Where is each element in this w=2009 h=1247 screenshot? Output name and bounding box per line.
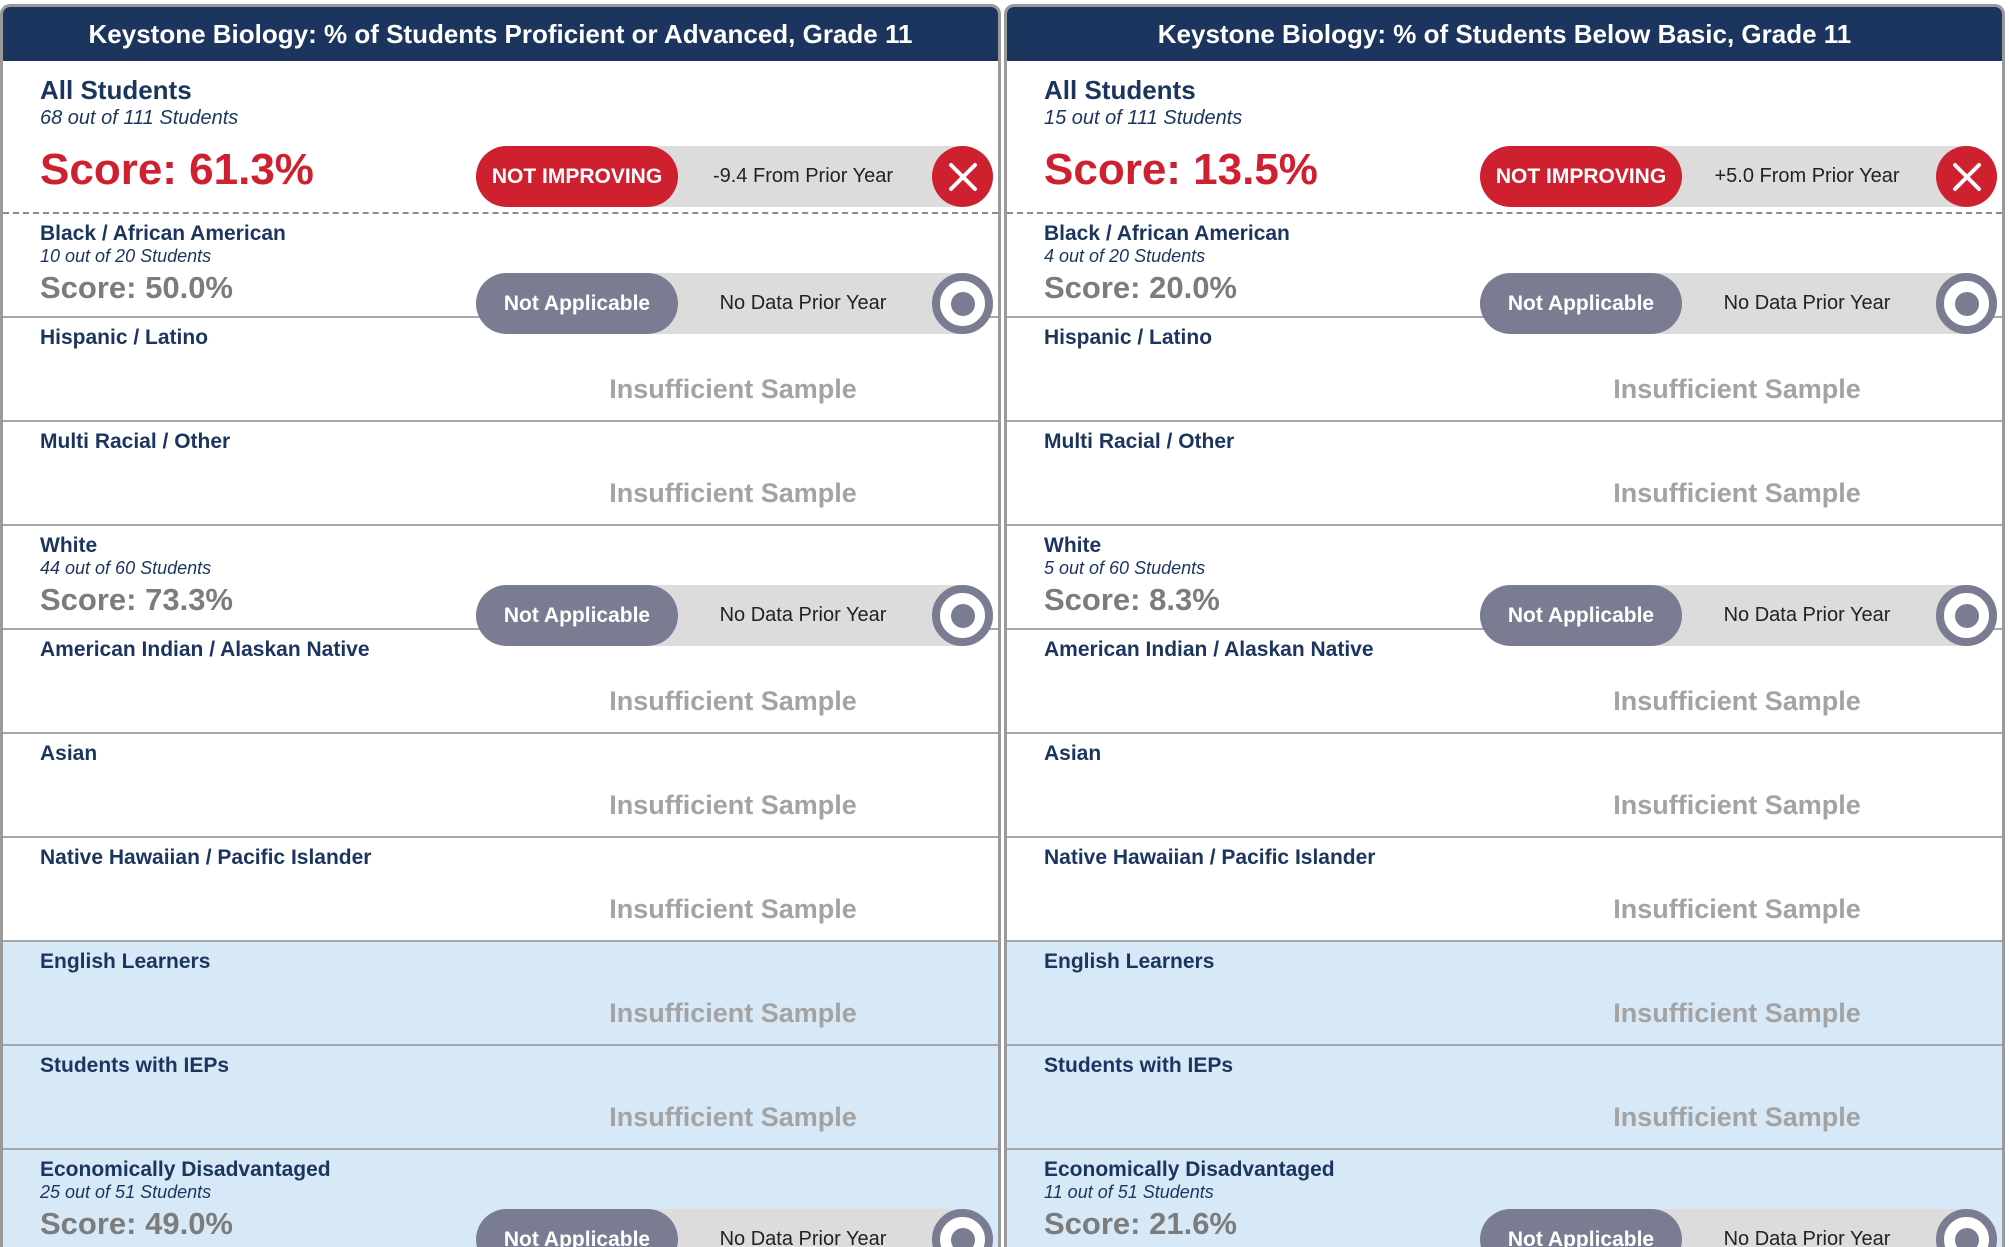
panel-title: Keystone Biology: % of Students Proficie… [3, 7, 998, 61]
student-count: 44 out of 60 Students [40, 558, 212, 578]
student-count: 5 out of 60 Students [1044, 558, 1206, 578]
student-count: 25 out of 51 Students [40, 1182, 212, 1202]
score-value: Score: 73.3% [40, 582, 233, 617]
group-name: Asian [40, 742, 98, 765]
group-name: Native Hawaiian / Pacific Islander [40, 846, 372, 869]
group-row-american-indian: American Indian / Alaskan Native Insuffi… [1007, 630, 2002, 734]
group-row-all-students: All Students 68 out of 111 Students Scor… [3, 61, 998, 214]
insufficient-sample-note: Insufficient Sample [609, 894, 857, 924]
group-row-hispanic-latino: Hispanic / Latino Insufficient Sample [3, 318, 998, 422]
group-name: American Indian / Alaskan Native [40, 638, 370, 661]
group-name: Students with IEPs [40, 1054, 230, 1077]
prior-year-change: No Data Prior Year [719, 1228, 887, 1247]
group-name: Black / African American [40, 222, 286, 245]
group-row-multi-racial: Multi Racial / Other Insufficient Sample [3, 422, 998, 526]
insufficient-sample-note: Insufficient Sample [1613, 374, 1861, 404]
insufficient-sample-note: Insufficient Sample [1613, 478, 1861, 508]
ring-circle-icon [932, 1209, 993, 1247]
group-name: Asian [1044, 742, 1102, 765]
group-row-asian: Asian Insufficient Sample [3, 734, 998, 838]
score-value: Score: 50.0% [40, 270, 233, 305]
group-row-english-learners: English Learners Insufficient Sample [3, 942, 998, 1046]
score-value: Score: 20.0% [1044, 270, 1237, 305]
group-name: Multi Racial / Other [40, 430, 231, 453]
status-pill: Not Applicable [1480, 1209, 1682, 1247]
student-count: 68 out of 111 Students [40, 107, 239, 129]
group-name: All Students [40, 75, 192, 105]
insufficient-sample-note: Insufficient Sample [609, 998, 857, 1028]
score-value: Score: 13.5% [1044, 145, 1318, 194]
group-row-hispanic-latino: Hispanic / Latino Insufficient Sample [1007, 318, 2002, 422]
student-count: 4 out of 20 Students [1044, 246, 1206, 266]
group-row-white: White 5 out of 60 Students Score: 8.3% N… [1007, 526, 2002, 646]
prior-year-change: No Data Prior Year [1723, 1228, 1891, 1247]
prior-year-change: -9.4 From Prior Year [712, 165, 894, 187]
score-value: Score: 21.6% [1044, 1206, 1237, 1241]
group-name: Hispanic / Latino [1044, 326, 1213, 349]
status-bar: NOT IMPROVING -9.4 From Prior Year [476, 146, 993, 207]
proficient-advanced-panel: Keystone Biology: % of Students Proficie… [0, 4, 1001, 1247]
status-bar: Not Applicable No Data Prior Year [1480, 1209, 1997, 1247]
group-row-students-with-ieps: Students with IEPs Insufficient Sample [3, 1046, 998, 1150]
x-circle-icon [1936, 146, 1997, 207]
insufficient-sample-note: Insufficient Sample [1613, 686, 1861, 716]
insufficient-sample-note: Insufficient Sample [609, 374, 857, 404]
group-row-white: White 44 out of 60 Students Score: 73.3%… [3, 526, 998, 646]
group-row-students-with-ieps: Students with IEPs Insufficient Sample [1007, 1046, 2002, 1150]
group-row-english-learners: English Learners Insufficient Sample [1007, 942, 2002, 1046]
insufficient-sample-note: Insufficient Sample [1613, 998, 1861, 1028]
group-name: Students with IEPs [1044, 1054, 1234, 1077]
status-pill: Not Applicable [476, 1209, 678, 1247]
score-value: Score: 61.3% [40, 145, 314, 194]
insufficient-sample-note: Insufficient Sample [609, 478, 857, 508]
status-pill: NOT IMPROVING [1480, 146, 1682, 207]
group-name: White [1044, 534, 1102, 557]
group-row-native-hawaiian: Native Hawaiian / Pacific Islander Insuf… [3, 838, 998, 942]
prior-year-change: +5.0 From Prior Year [1714, 165, 1900, 187]
insufficient-sample-note: Insufficient Sample [1613, 894, 1861, 924]
group-name: Native Hawaiian / Pacific Islander [1044, 846, 1376, 869]
group-row-economically-disadvantaged: Economically Disadvantaged 25 out of 51 … [3, 1150, 998, 1247]
status-pill: NOT IMPROVING [476, 146, 678, 207]
insufficient-sample-note: Insufficient Sample [1613, 790, 1861, 820]
student-count: 11 out of 51 Students [1044, 1182, 1214, 1202]
x-circle-icon [932, 146, 993, 207]
group-row-black-african-american: Black / African American 4 out of 20 Stu… [1007, 214, 2002, 334]
group-name: Multi Racial / Other [1044, 430, 1235, 453]
group-row-asian: Asian Insufficient Sample [1007, 734, 2002, 838]
status-bar: NOT IMPROVING +5.0 From Prior Year [1480, 146, 1997, 207]
panel-title: Keystone Biology: % of Students Below Ba… [1007, 7, 2002, 61]
group-row-black-african-american: Black / African American 10 out of 20 St… [3, 214, 998, 334]
student-count: 10 out of 20 Students [40, 246, 212, 266]
group-row-economically-disadvantaged: Economically Disadvantaged 11 out of 51 … [1007, 1150, 2002, 1247]
group-name: Economically Disadvantaged [40, 1158, 331, 1181]
group-name: Economically Disadvantaged [1044, 1158, 1335, 1181]
group-name: White [40, 534, 98, 557]
group-row-all-students: All Students 15 out of 111 Students Scor… [1007, 61, 2002, 214]
group-name: Hispanic / Latino [40, 326, 209, 349]
group-row-american-indian: American Indian / Alaskan Native Insuffi… [3, 630, 998, 734]
group-row-multi-racial: Multi Racial / Other Insufficient Sample [1007, 422, 2002, 526]
group-name: American Indian / Alaskan Native [1044, 638, 1374, 661]
insufficient-sample-note: Insufficient Sample [609, 686, 857, 716]
status-bar: Not Applicable No Data Prior Year [476, 1209, 993, 1247]
ring-circle-icon [1936, 1209, 1997, 1247]
score-value: Score: 8.3% [1044, 582, 1220, 617]
student-count: 15 out of 111 Students [1044, 107, 1243, 129]
insufficient-sample-note: Insufficient Sample [1613, 1102, 1861, 1132]
report-page: Keystone Biology: % of Students Proficie… [0, 0, 2009, 1247]
group-name: English Learners [40, 950, 211, 973]
below-basic-panel: Keystone Biology: % of Students Below Ba… [1004, 4, 2005, 1247]
insufficient-sample-note: Insufficient Sample [609, 1102, 857, 1132]
group-name: All Students [1044, 75, 1196, 105]
group-name: Black / African American [1044, 222, 1290, 245]
score-value: Score: 49.0% [40, 1206, 233, 1241]
insufficient-sample-note: Insufficient Sample [609, 790, 857, 820]
group-row-native-hawaiian: Native Hawaiian / Pacific Islander Insuf… [1007, 838, 2002, 942]
group-name: English Learners [1044, 950, 1215, 973]
